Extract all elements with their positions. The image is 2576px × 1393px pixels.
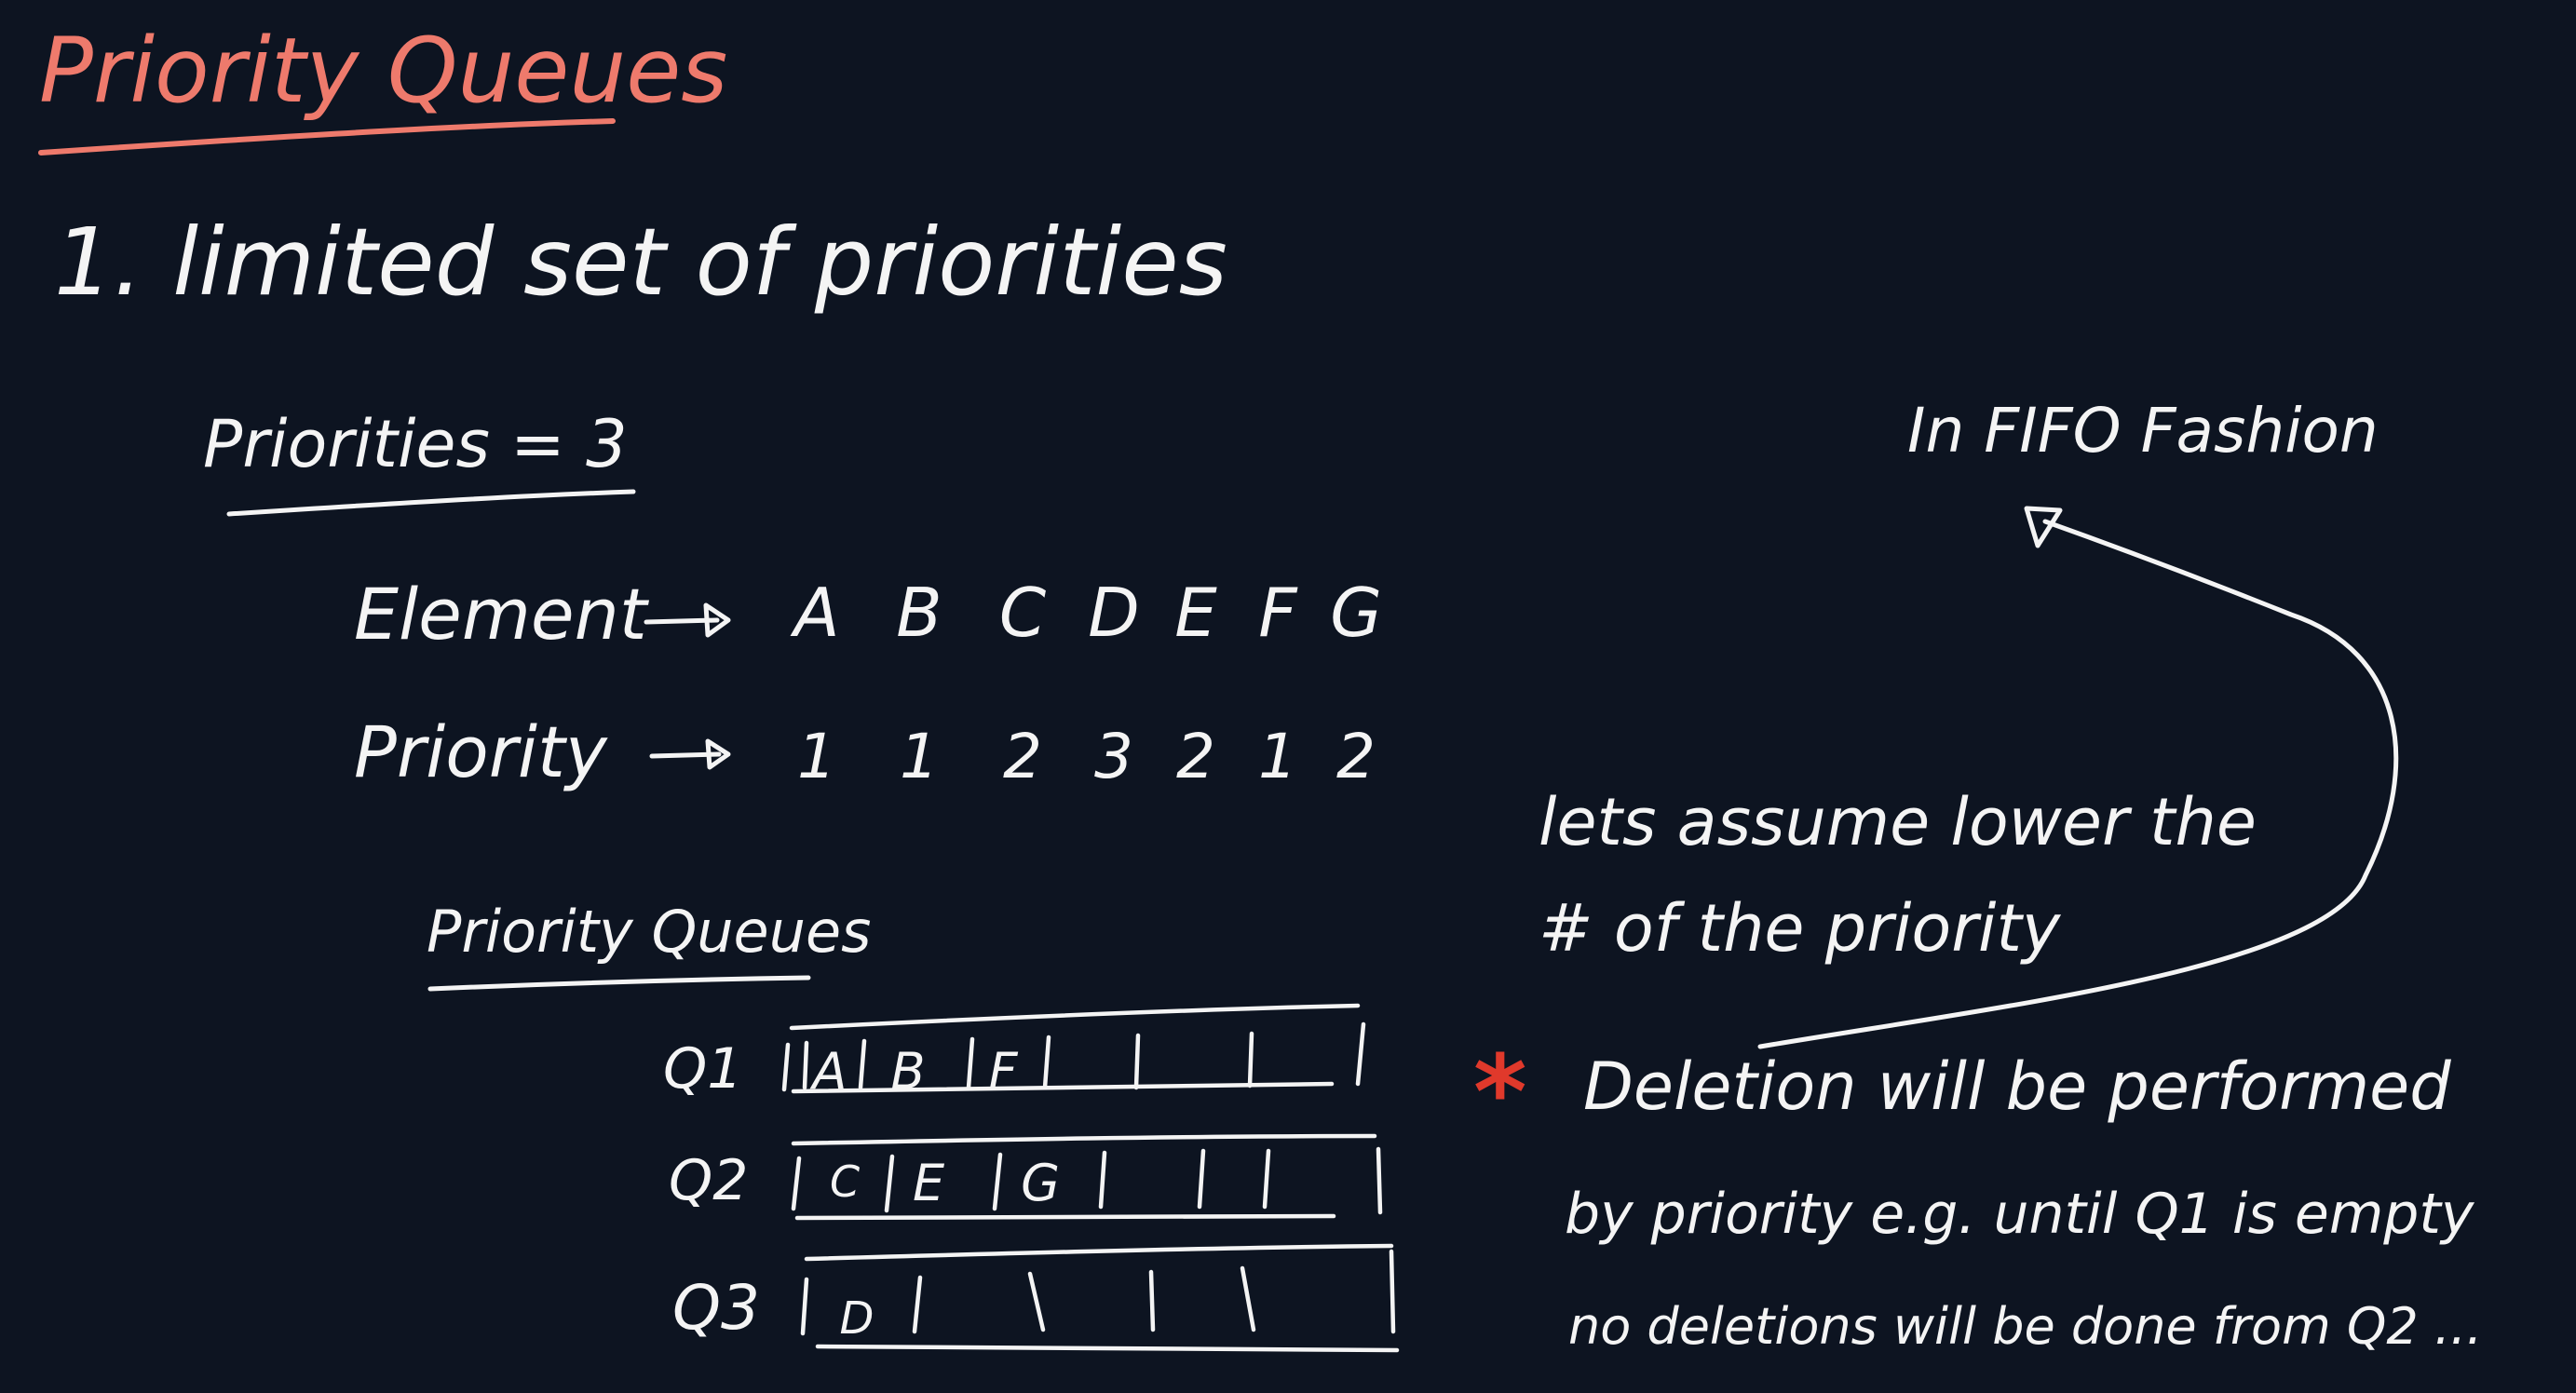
priorities-underline	[226, 489, 636, 517]
arrow-right-icon	[649, 738, 731, 770]
queue-box	[781, 1003, 1366, 1094]
arrow-right-icon	[644, 602, 731, 638]
queues-label-underline	[427, 975, 811, 992]
queue-box	[800, 1243, 1400, 1353]
curved-arrow-icon	[1757, 506, 2399, 1049]
queue-box	[791, 1133, 1383, 1221]
title-underline	[38, 118, 616, 156]
strokes-layer	[38, 118, 2399, 1353]
